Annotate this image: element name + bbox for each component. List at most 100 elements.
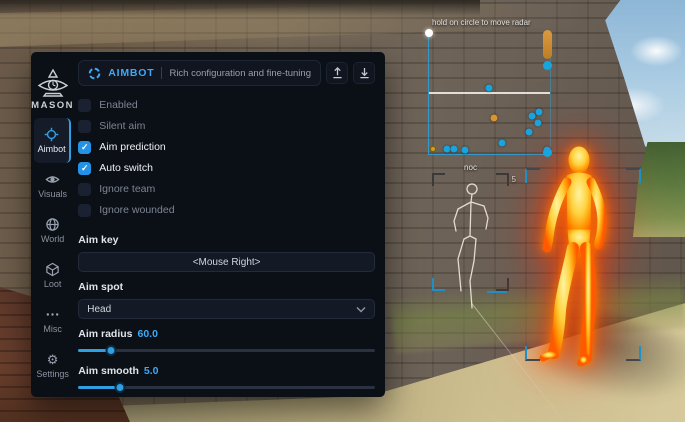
radar-dot-blue [451, 146, 458, 153]
hold-progress-bar [543, 30, 552, 59]
upload-icon [332, 67, 343, 79]
sidebar-item-settings[interactable]: ⚙ Settings [31, 343, 74, 388]
checkbox-silent-aim[interactable]: Silent aim [78, 119, 375, 133]
checkbox-label: Auto switch [99, 162, 153, 174]
page-header-box: AIMBOT Rich configuration and fine-tunin… [78, 60, 321, 86]
sidebar-item-label: Aimbot [38, 144, 66, 154]
checkbox-label: Aim prediction [99, 141, 166, 153]
globe-icon [45, 217, 60, 232]
checkbox-enabled[interactable]: Enabled [78, 98, 375, 112]
sidebar: MASON Aimbot Visuals [31, 52, 74, 397]
radar-north-line [429, 92, 550, 94]
aim-spot-value: Head [87, 304, 356, 315]
page-title: AIMBOT [108, 67, 154, 79]
crosshair-icon [44, 127, 59, 142]
checkbox-box[interactable] [78, 141, 91, 154]
aim-smooth-slider[interactable] [78, 382, 375, 393]
checkbox-box[interactable] [78, 120, 91, 133]
checkbox-label: Enabled [99, 99, 138, 111]
dots-icon [45, 307, 60, 322]
bracket-corner [496, 278, 509, 291]
radar-dot-blue [536, 109, 543, 116]
radar-dot-blue [499, 140, 506, 147]
header-divider [161, 67, 162, 79]
aim-spot-label: Aim spot [78, 281, 375, 293]
aim-radius-label: Aim radius [78, 328, 132, 340]
sidebar-item-label: Loot [44, 279, 62, 289]
checkbox-ignore-wounded[interactable]: Ignore wounded [78, 203, 375, 217]
radar-dot-gold [430, 146, 437, 153]
checkbox-group: Enabled Silent aim Aim prediction Auto s… [78, 91, 375, 224]
checkbox-box[interactable] [78, 162, 91, 175]
slider-thumb[interactable] [114, 382, 125, 393]
bracket-corner [626, 168, 641, 183]
checkbox-auto-switch[interactable]: Auto switch [78, 161, 375, 175]
checkbox-aim-prediction[interactable]: Aim prediction [78, 140, 375, 154]
player-esp-box [525, 168, 641, 361]
chevron-down-icon [356, 306, 366, 313]
checkbox-ignore-team[interactable]: Ignore team [78, 182, 375, 196]
page-subtitle: Rich configuration and fine-tuning [169, 68, 311, 79]
radar-dot-blue [535, 120, 542, 127]
brand-logo: MASON [31, 52, 74, 118]
sidebar-item-label: Visuals [38, 189, 67, 199]
checkbox-label: Ignore team [99, 183, 155, 195]
bracket-corner [525, 168, 540, 183]
checkbox-label: Ignore wounded [99, 204, 174, 216]
page-header: AIMBOT Rich configuration and fine-tunin… [78, 60, 375, 86]
radar-move-handle[interactable] [425, 29, 433, 37]
checkbox-box[interactable] [78, 183, 91, 196]
esp-player-name: noc [432, 163, 509, 172]
wall-top-shadow [0, 0, 480, 16]
cube-icon [45, 262, 60, 277]
radar-widget[interactable]: hold on circle to move radar [428, 33, 551, 155]
slider-thumb[interactable] [105, 345, 116, 356]
bracket-corner [626, 346, 641, 361]
aim-radius-label-row: Aim radius 60.0 [78, 328, 375, 340]
sidebar-item-misc[interactable]: Misc [31, 298, 74, 343]
game-scene: hold on circle to move radar noc 5 [0, 0, 685, 422]
sidebar-item-label: Misc [43, 324, 62, 334]
bracket-tick [487, 291, 507, 293]
sidebar-item-visuals[interactable]: Visuals [31, 163, 74, 208]
sidebar-item-aimbot[interactable]: Aimbot [34, 118, 71, 163]
aim-spot-select[interactable]: Head [78, 299, 375, 319]
brand-name: MASON [31, 100, 74, 111]
bracket-corner [432, 173, 445, 186]
hold-bar-dot [543, 61, 552, 70]
aim-smooth-label: Aim smooth [78, 365, 139, 377]
radar-dot-orange [491, 115, 498, 122]
radar-dot-blue [526, 129, 533, 136]
skeleton-esp-box: noc 5 [432, 173, 509, 291]
bracket-corner [432, 278, 445, 291]
sidebar-item-world[interactable]: World [31, 208, 74, 253]
bracket-corner [496, 173, 509, 186]
sidebar-item-label: Settings [36, 369, 69, 379]
export-config-button[interactable] [326, 62, 348, 84]
checkbox-box[interactable] [78, 204, 91, 217]
slider-track[interactable] [78, 349, 375, 352]
aim-key-label: Aim key [78, 234, 375, 246]
import-config-button[interactable] [353, 62, 375, 84]
checkbox-box[interactable] [78, 99, 91, 112]
cheat-menu-panel: MASON Aimbot Visuals [31, 52, 385, 397]
aim-key-button[interactable]: <Mouse Right> [78, 252, 375, 272]
download-icon [359, 67, 370, 79]
bracket-corner [525, 346, 540, 361]
radar-dot-blue [486, 85, 493, 92]
sidebar-item-label: World [41, 234, 64, 244]
gear-icon: ⚙ [47, 352, 59, 367]
aim-smooth-label-row: Aim smooth 5.0 [78, 365, 375, 377]
aim-smooth-value: 5.0 [144, 365, 159, 377]
aimbot-page: AIMBOT Rich configuration and fine-tunin… [74, 52, 385, 397]
radar-dot-blue [444, 146, 451, 153]
aim-radius-slider[interactable] [78, 345, 375, 356]
esp-distance: 5 [512, 175, 516, 184]
radar-dot-blue [529, 113, 536, 120]
radar-hint-text: hold on circle to move radar [432, 18, 592, 27]
sidebar-item-loot[interactable]: Loot [31, 253, 74, 298]
spinner-circle-icon [88, 67, 101, 80]
checkbox-label: Silent aim [99, 120, 145, 132]
mason-eye-icon [35, 68, 71, 98]
aim-radius-value: 60.0 [138, 328, 158, 340]
